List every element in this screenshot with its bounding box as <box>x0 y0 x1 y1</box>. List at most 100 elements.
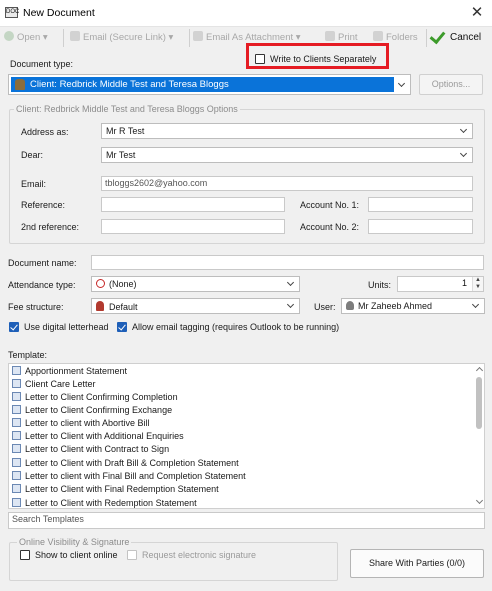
address-as-dropdown[interactable]: Mr R Test <box>101 123 473 139</box>
list-item[interactable]: Client Care Letter <box>12 378 96 391</box>
template-list[interactable]: Apportionment Statement Client Care Lett… <box>8 363 485 509</box>
email-secure-link-button[interactable]: Email (Secure Link) ▾ <box>70 31 173 43</box>
email-attachment-button[interactable]: Email As Attachment ▾ <box>193 31 301 43</box>
list-item-label: Letter to Client with Redemption Stateme… <box>25 498 197 508</box>
address-as-value: Mr R Test <box>106 126 145 136</box>
document-icon <box>12 498 21 507</box>
account-no-2-label: Account No. 2: <box>300 222 360 232</box>
list-item-label: Letter to Client Confirming Exchange <box>25 405 173 415</box>
document-name-field[interactable] <box>91 255 484 270</box>
digital-letterhead-label: Use digital letterhead <box>24 322 109 332</box>
template-label: Template: <box>8 350 48 360</box>
list-item[interactable]: Letter to Client with Additional Enquiri… <box>12 430 184 443</box>
document-name-label: Document name: <box>8 258 77 268</box>
reference-field[interactable] <box>101 197 285 212</box>
list-item[interactable]: Letter to client with Final Bill and Com… <box>12 470 246 483</box>
list-item[interactable]: Letter to Client with Draft Bill & Compl… <box>12 457 239 470</box>
attendance-type-value: (None) <box>109 279 137 289</box>
window-title: New Document <box>23 7 95 19</box>
reference-label: Reference: <box>21 200 66 210</box>
list-item[interactable]: Letter to Client Confirming Completion <box>12 391 178 404</box>
open-label: Open <box>17 32 41 43</box>
fee-icon <box>96 301 104 311</box>
document-icon <box>12 392 21 401</box>
list-item[interactable]: Letter to client with Abortive Bill <box>12 417 150 430</box>
show-to-client-checkbox[interactable] <box>20 550 30 560</box>
user-icon <box>346 301 354 310</box>
request-signature-label: Request electronic signature <box>142 550 257 560</box>
email-label: Email: <box>21 179 47 189</box>
document-type-label: Document type: <box>10 59 74 69</box>
toolbar-separator <box>63 29 64 47</box>
document-type-dropdown[interactable]: Client: Redbrick Middle Test and Teresa … <box>8 74 411 95</box>
chevron-down-icon <box>287 278 295 290</box>
user-label: User: <box>314 302 336 312</box>
open-icon <box>4 31 14 41</box>
email-tagging-label: Allow email tagging (requires Outlook to… <box>132 322 340 332</box>
document-icon <box>12 418 21 427</box>
list-item[interactable]: Letter to Client with Redemption Stateme… <box>12 497 197 508</box>
email-tagging-checkbox[interactable] <box>117 322 127 332</box>
list-item-label: Letter to Client with Additional Enquiri… <box>25 431 184 441</box>
list-item[interactable]: Apportionment Statement <box>12 365 127 378</box>
email-attachment-label: Email As Attachment <box>206 32 294 43</box>
attendance-type-label: Attendance type: <box>8 280 76 290</box>
print-button[interactable]: Print <box>325 31 358 43</box>
toolbar-separator <box>426 29 427 47</box>
cancel-button[interactable]: Cancel <box>431 28 481 48</box>
email-icon <box>70 31 80 41</box>
show-to-client-label: Show to client online <box>35 550 118 560</box>
close-icon[interactable]: ✕ <box>466 3 488 23</box>
attendance-type-dropdown[interactable]: (None) <box>91 276 300 292</box>
attachment-icon <box>193 31 203 41</box>
units-stepper[interactable]: 1 <box>397 276 484 292</box>
list-item-label: Letter to client with Abortive Bill <box>25 418 150 428</box>
folders-button[interactable]: Folders <box>373 31 418 43</box>
folder-icon <box>373 31 383 41</box>
request-signature-checkbox[interactable] <box>127 550 137 560</box>
document-icon <box>12 484 21 493</box>
user-dropdown[interactable]: Mr Zaheeb Ahmed <box>341 298 485 314</box>
scrollbar-thumb[interactable] <box>476 377 482 429</box>
search-templates-input[interactable]: Search Templates <box>8 512 485 529</box>
options-button[interactable]: Options... <box>419 74 483 95</box>
fee-structure-label: Fee structure: <box>8 302 64 312</box>
dear-value: Mr Test <box>106 150 136 160</box>
email-field[interactable]: tbloggs2602@yahoo.com <box>101 176 473 191</box>
document-icon <box>12 379 21 388</box>
print-label: Print <box>338 32 358 43</box>
list-item-label: Letter to Client with Contract to Sign <box>25 444 170 454</box>
units-label: Units: <box>368 280 392 290</box>
units-spin-icon[interactable]: ▲ ▼ <box>472 277 483 291</box>
app-icon: DOC <box>5 7 19 18</box>
folders-label: Folders <box>386 32 418 43</box>
client-icon <box>15 79 25 90</box>
toolbar-separator <box>189 29 190 47</box>
digital-letterhead-checkbox[interactable] <box>9 322 19 332</box>
account-no-2-field[interactable] <box>368 219 473 234</box>
address-as-label: Address as: <box>21 127 69 137</box>
2nd-reference-label: 2nd reference: <box>21 222 80 232</box>
share-with-parties-button[interactable]: Share With Parties (0/0) <box>350 549 484 578</box>
list-item[interactable]: Letter to Client with Final Redemption S… <box>12 483 219 496</box>
user-value: Mr Zaheeb Ahmed <box>358 301 433 311</box>
client-options-title: Client: Redbrick Middle Test and Teresa … <box>14 104 240 114</box>
open-button[interactable]: Open ▾ <box>4 31 48 43</box>
list-item[interactable]: Letter to Client Confirming Exchange <box>12 404 172 417</box>
account-no-1-label: Account No. 1: <box>300 200 360 210</box>
online-visibility-group <box>9 542 338 581</box>
print-icon <box>325 31 335 41</box>
no-entry-icon <box>96 279 105 288</box>
chevron-down-icon <box>472 300 480 312</box>
chevron-down-icon <box>287 300 295 312</box>
chevron-down-icon[interactable] <box>398 79 406 91</box>
fee-structure-dropdown[interactable]: Default <box>91 298 300 314</box>
dear-dropdown[interactable]: Mr Test <box>101 147 473 163</box>
list-item[interactable]: Letter to Client with Contract to Sign <box>12 443 169 456</box>
email-secure-label: Email (Secure Link) <box>83 32 166 43</box>
account-no-1-field[interactable] <box>368 197 473 212</box>
fee-structure-value: Default <box>109 302 138 312</box>
chevron-down-icon <box>460 125 468 137</box>
list-item-label: Letter to client with Final Bill and Com… <box>25 471 246 481</box>
2nd-reference-field[interactable] <box>101 219 285 234</box>
